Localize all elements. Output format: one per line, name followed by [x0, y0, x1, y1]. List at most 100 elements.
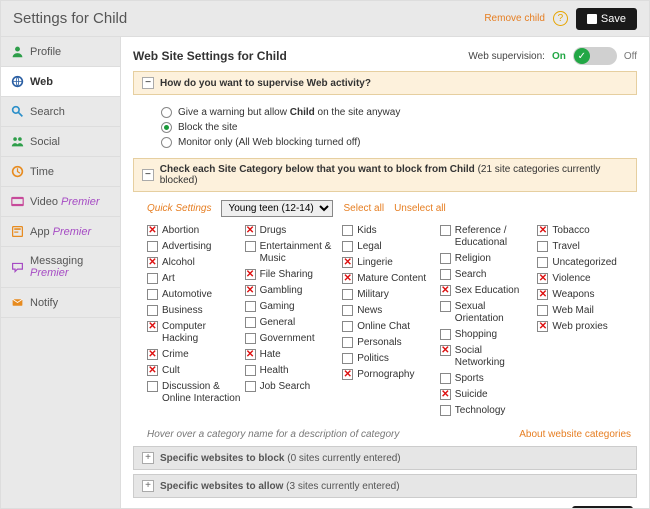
category-item[interactable]: Sexual Orientation — [440, 299, 534, 327]
radio-icon — [161, 137, 172, 148]
checkbox-icon — [342, 289, 353, 300]
section-categories-header[interactable]: − Check each Site Category below that yo… — [133, 158, 637, 192]
category-item[interactable]: ✕Violence — [537, 271, 631, 287]
bottom-actions: Remove child ? Save — [133, 498, 637, 508]
category-item[interactable]: ✕Drugs — [245, 223, 339, 239]
category-item[interactable]: Technology — [440, 403, 534, 419]
category-item[interactable]: ✕Alcohol — [147, 255, 241, 271]
category-item[interactable]: Automotive — [147, 287, 241, 303]
expand-icon[interactable]: + — [142, 452, 154, 464]
category-label: Web Mail — [552, 305, 594, 317]
category-item[interactable]: Shopping — [440, 327, 534, 343]
category-item[interactable]: ✕Hate — [245, 347, 339, 363]
section-supervise-header[interactable]: − How do you want to supervise Web activ… — [133, 71, 637, 95]
unselect-all-link[interactable]: Unselect all — [394, 203, 446, 214]
checkbox-icon: ✕ — [147, 321, 158, 332]
checkbox-icon — [245, 333, 256, 344]
category-item[interactable]: ✕Mature Content — [342, 271, 436, 287]
category-item[interactable]: Reference / Educational — [440, 223, 534, 251]
category-item[interactable]: Gaming — [245, 299, 339, 315]
checkbox-icon — [342, 241, 353, 252]
collapsed-section-0[interactable]: + Specific websites to block (0 sites cur… — [133, 446, 637, 470]
checkbox-icon: ✕ — [147, 257, 158, 268]
category-item[interactable]: Personals — [342, 335, 436, 351]
category-item[interactable]: Health — [245, 363, 339, 379]
remove-child-link-top[interactable]: Remove child — [484, 13, 545, 24]
supervise-option-2[interactable]: Monitor only (All Web blocking turned of… — [161, 135, 637, 150]
checkbox-icon: ✕ — [342, 257, 353, 268]
checkbox-icon — [537, 305, 548, 316]
collapsed-label: Specific websites to block (0 sites curr… — [160, 453, 401, 464]
category-item[interactable]: Legal — [342, 239, 436, 255]
supervise-option-1[interactable]: Block the site — [161, 120, 637, 135]
category-item[interactable]: ✕ Tobacco — [537, 223, 631, 239]
sidebar-item-web[interactable]: Web — [1, 67, 120, 97]
sidebar-item-time[interactable]: Time — [1, 157, 120, 187]
category-item[interactable]: Sports — [440, 371, 534, 387]
category-item[interactable]: Military — [342, 287, 436, 303]
category-item[interactable]: ✕Lingerie — [342, 255, 436, 271]
category-item[interactable]: ✕File Sharing — [245, 267, 339, 283]
category-item[interactable]: ✕Weapons — [537, 287, 631, 303]
age-preset-select[interactable]: Young teen (12-14) — [221, 200, 333, 217]
checkbox-icon — [440, 405, 451, 416]
category-item[interactable]: Discussion & Online Interaction — [147, 379, 241, 407]
sidebar-item-profile[interactable]: Profile — [1, 37, 120, 67]
select-all-link[interactable]: Select all — [343, 203, 384, 214]
web-icon — [11, 75, 24, 88]
checkbox-icon — [440, 225, 451, 236]
about-categories-link[interactable]: About website categories — [519, 429, 631, 440]
expand-icon[interactable]: + — [142, 480, 154, 492]
category-item[interactable]: Politics — [342, 351, 436, 367]
category-label: Social Networking — [455, 345, 534, 369]
sidebar-item-label: App Premier — [30, 226, 91, 238]
quick-settings-label: Quick Settings — [147, 203, 211, 214]
category-item[interactable]: Uncategorized — [537, 255, 631, 271]
sidebar-item-search[interactable]: Search — [1, 97, 120, 127]
category-label: Cult — [162, 365, 180, 377]
category-item[interactable]: Business — [147, 303, 241, 319]
sidebar-item-notify[interactable]: Notify — [1, 288, 120, 318]
save-button-bottom[interactable]: Save — [572, 506, 633, 508]
category-item[interactable]: ✕Web proxies — [537, 319, 631, 335]
category-item[interactable]: Web Mail — [537, 303, 631, 319]
supervise-option-0[interactable]: Give a warning but allow Child on the si… — [161, 105, 637, 120]
category-item[interactable]: Government — [245, 331, 339, 347]
category-item[interactable]: ✕Cult — [147, 363, 241, 379]
category-label: Tobacco — [552, 225, 589, 237]
category-item[interactable]: Art — [147, 271, 241, 287]
category-item[interactable]: Entertainment & Music — [245, 239, 339, 267]
help-icon-top[interactable]: ? — [553, 11, 568, 26]
supervision-toggle[interactable]: ✓ — [573, 47, 617, 65]
category-item[interactable]: Religion — [440, 251, 534, 267]
category-label: General — [260, 317, 296, 329]
category-item[interactable]: ✕Suicide — [440, 387, 534, 403]
collapse-icon[interactable]: − — [142, 77, 154, 89]
checkbox-icon: ✕ — [537, 225, 548, 236]
checkbox-icon: ✕ — [537, 289, 548, 300]
sidebar-item-social[interactable]: Social — [1, 127, 120, 157]
category-item[interactable]: Job Search — [245, 379, 339, 395]
collapsed-section-1[interactable]: +Specific websites to allow (3 sites cur… — [133, 474, 637, 498]
category-item[interactable]: General — [245, 315, 339, 331]
video-icon — [11, 195, 24, 208]
sidebar-item-video[interactable]: Video Premier — [1, 187, 120, 217]
category-item[interactable]: Travel — [537, 239, 631, 255]
category-item[interactable]: ✕Abortion — [147, 223, 241, 239]
category-item[interactable]: Online Chat — [342, 319, 436, 335]
category-item[interactable]: Kids — [342, 223, 436, 239]
collapse-icon[interactable]: − — [142, 169, 154, 181]
sidebar-item-app[interactable]: App Premier — [1, 217, 120, 247]
category-item[interactable]: Search — [440, 267, 534, 283]
category-item[interactable]: Advertising — [147, 239, 241, 255]
category-item[interactable]: ✕Pornography — [342, 367, 436, 383]
save-button-top[interactable]: Save — [576, 8, 637, 30]
category-item[interactable]: News — [342, 303, 436, 319]
category-item[interactable]: ✕Sex Education — [440, 283, 534, 299]
sidebar-item-label: Web — [30, 76, 53, 88]
category-item[interactable]: ✕Crime — [147, 347, 241, 363]
category-item[interactable]: ✕Gambling — [245, 283, 339, 299]
category-item[interactable]: ✕Social Networking — [440, 343, 534, 371]
category-item[interactable]: ✕Computer Hacking — [147, 319, 241, 347]
sidebar-item-messaging[interactable]: Messaging Premier — [1, 247, 120, 288]
